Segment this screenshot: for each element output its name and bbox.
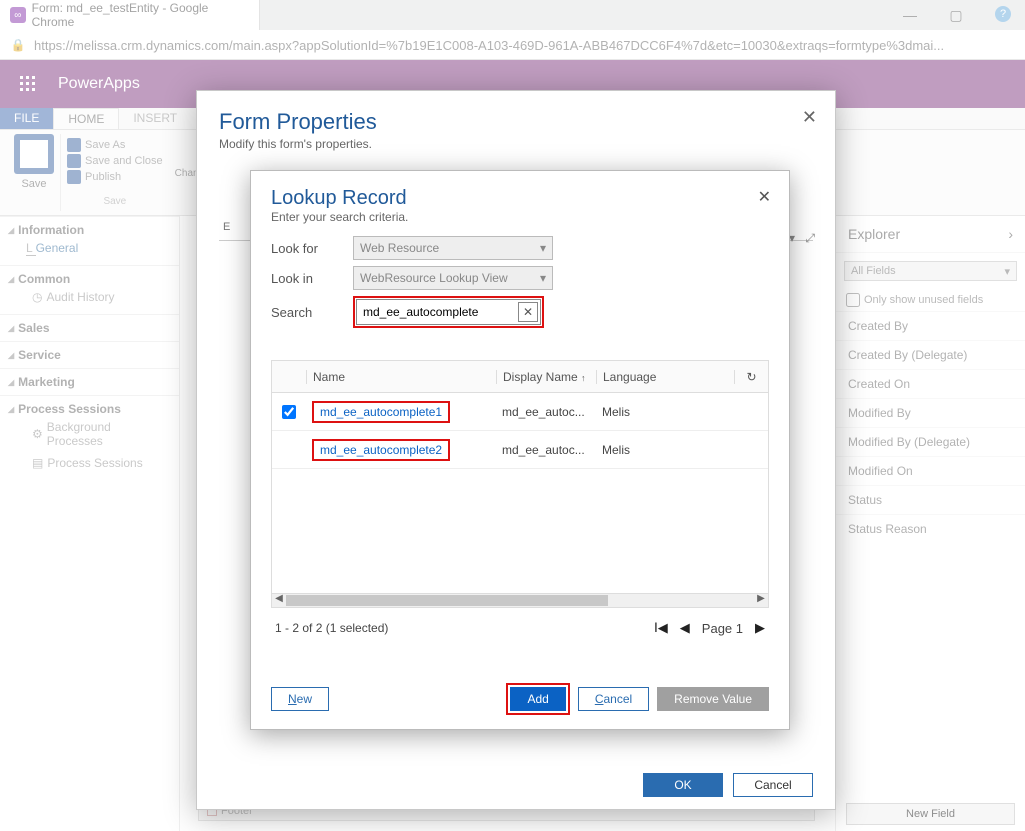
- row-name-link[interactable]: md_ee_autocomplete2: [320, 443, 442, 457]
- look-for-label: Look for: [271, 241, 341, 256]
- add-button-highlight: Add: [506, 683, 569, 715]
- grid-paging: 1 - 2 of 2 (1 selected) Ⅰ◀ ◀ Page 1 ▶: [251, 608, 789, 648]
- grid-body: md_ee_autocomplete1 md_ee_autoc... Melis…: [272, 393, 768, 593]
- row-name-highlight: md_ee_autocomplete1: [312, 401, 450, 423]
- horizontal-scrollbar[interactable]: [271, 594, 769, 608]
- look-in-select[interactable]: WebResource Lookup View▾: [353, 266, 553, 290]
- form-properties-title: Form Properties: [197, 91, 835, 137]
- paging-summary: 1 - 2 of 2 (1 selected): [275, 621, 388, 635]
- cancel-lookup-button[interactable]: Cancel: [578, 687, 649, 711]
- first-page-icon[interactable]: Ⅰ◀: [654, 620, 668, 636]
- row-name-highlight: md_ee_autocomplete2: [312, 439, 450, 461]
- prev-page-icon[interactable]: ◀: [680, 620, 690, 636]
- refresh-icon: ↻: [746, 370, 756, 384]
- row-name-link[interactable]: md_ee_autocomplete1: [320, 405, 442, 419]
- tab-events[interactable]: E: [223, 221, 230, 233]
- lookup-footer: New Add Cancel Remove Value: [271, 683, 769, 715]
- search-highlight: ✕: [353, 296, 544, 328]
- new-button[interactable]: New: [271, 687, 329, 711]
- lookup-subtitle: Enter your search criteria.: [271, 210, 769, 224]
- clear-search-icon[interactable]: ✕: [518, 302, 538, 322]
- lookup-close-icon[interactable]: ✕: [758, 187, 771, 207]
- search-input[interactable]: [363, 305, 518, 319]
- lookup-record-modal: ✕ Lookup Record Enter your search criter…: [250, 170, 790, 730]
- row-lang: Melis: [596, 443, 768, 457]
- ok-button[interactable]: OK: [643, 773, 723, 797]
- table-row[interactable]: md_ee_autocomplete2 md_ee_autoc... Melis: [272, 431, 768, 469]
- next-page-icon[interactable]: ▶: [755, 620, 765, 636]
- look-in-label: Look in: [271, 271, 341, 286]
- add-button[interactable]: Add: [510, 687, 565, 711]
- col-language[interactable]: Language: [596, 370, 734, 384]
- col-name[interactable]: Name: [306, 370, 496, 384]
- chevron-down-icon: ▾: [540, 271, 546, 285]
- look-for-select[interactable]: Web Resource▾: [353, 236, 553, 260]
- lookup-results-grid: Name Display Name ↑ Language ↻ md_ee_aut…: [271, 360, 769, 594]
- lookup-title: Lookup Record: [271, 187, 769, 210]
- row-display: md_ee_autoc...: [496, 443, 596, 457]
- search-label: Search: [271, 305, 341, 320]
- table-row[interactable]: md_ee_autocomplete1 md_ee_autoc... Melis: [272, 393, 768, 431]
- search-input-wrap: ✕: [356, 299, 541, 325]
- scrollbar-thumb[interactable]: [286, 595, 608, 606]
- expand-icon[interactable]: ⤢: [805, 231, 815, 246]
- grid-header: Name Display Name ↑ Language ↻: [272, 361, 768, 393]
- row-display: md_ee_autoc...: [496, 405, 596, 419]
- form-properties-close-icon[interactable]: ✕: [802, 107, 817, 128]
- remove-value-button[interactable]: Remove Value: [657, 687, 769, 711]
- col-display-name[interactable]: Display Name ↑: [496, 370, 596, 384]
- form-properties-subtitle: Modify this form's properties.: [197, 137, 835, 163]
- sort-asc-icon: ↑: [581, 373, 586, 383]
- row-lang: Melis: [596, 405, 768, 419]
- page-indicator: Page 1: [702, 621, 743, 636]
- row-checkbox-placeholder[interactable]: [282, 443, 296, 457]
- refresh-button[interactable]: ↻: [734, 370, 768, 384]
- row-checkbox[interactable]: [282, 405, 296, 419]
- chevron-down-icon: ▾: [540, 241, 546, 255]
- cancel-button[interactable]: Cancel: [733, 773, 813, 797]
